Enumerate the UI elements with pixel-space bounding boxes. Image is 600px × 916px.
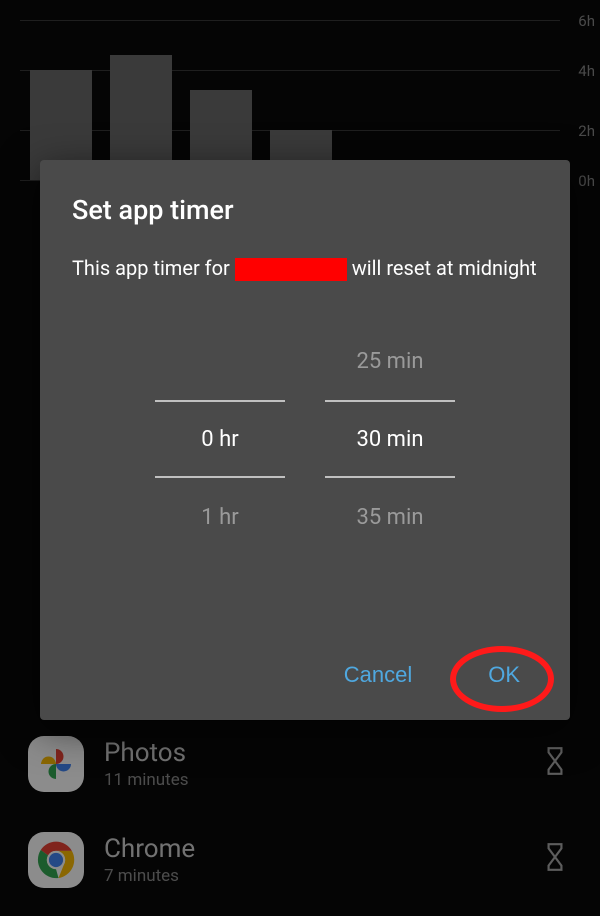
redacted-app-name [235,258,347,281]
ok-button[interactable]: OK [470,654,538,696]
minutes-current[interactable]: 30 min [325,400,455,478]
desc-text-1: This app timer for [72,256,235,280]
minutes-below: 35 min [325,478,455,556]
app-timer-dialog: Set app timer This app timer for will re… [40,160,570,720]
hours-column[interactable]: 0 hr 1 hr [155,322,285,556]
dialog-title: Set app timer [72,194,538,226]
hours-above [155,322,285,400]
dialog-actions: Cancel OK [326,654,538,696]
dialog-description: This app timer for will reset at midnigh… [72,254,538,282]
hours-below: 1 hr [155,478,285,556]
desc-text-2: will reset at midnight [347,256,537,280]
minutes-above: 25 min [325,322,455,400]
minutes-column[interactable]: 25 min 30 min 35 min [325,322,455,556]
hours-current[interactable]: 0 hr [155,400,285,478]
time-picker[interactable]: 0 hr 1 hr 25 min 30 min 35 min [72,322,538,556]
cancel-button[interactable]: Cancel [326,654,430,696]
